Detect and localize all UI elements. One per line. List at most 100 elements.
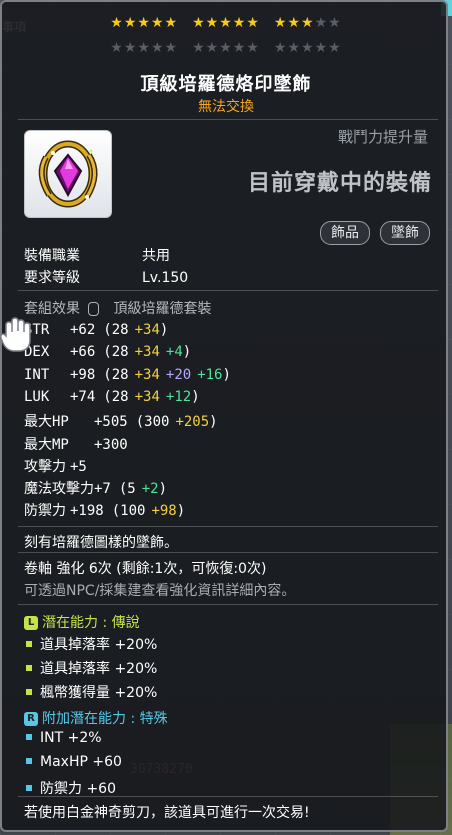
level-label: 要求等級 — [24, 270, 80, 286]
bullet-icon — [26, 641, 32, 647]
job-row: 裝備職業 共用 — [24, 245, 170, 265]
stat-name: INT — [24, 366, 50, 383]
potential-header: L 潛在能力 : 傳說 — [24, 612, 140, 632]
stat-close: ) — [222, 366, 231, 383]
star-filled-icon: ★ — [287, 15, 302, 31]
additional-potential-header: R 附加潛在能力 : 特殊 — [24, 708, 168, 728]
level-value: Lv.150 — [142, 270, 189, 286]
item-tooltip: ★★★★★ ★★★★★ ★★★★★ ★★★★★ ★★★★★ ★★★★★ 頂級培羅德烙印墜… — [0, 0, 448, 832]
stat-total: +198 — [70, 503, 104, 520]
stat-row: INT +98 (28 +34 +20 +16) — [24, 367, 231, 383]
stat-total: +74 — [70, 388, 96, 405]
stat-row: 最大MP +300 — [24, 434, 128, 454]
item-name: 頂級培羅德烙印墜飾 — [140, 74, 312, 95]
level-row: 要求等級 Lv.150 — [24, 267, 188, 287]
bullet-icon — [26, 665, 32, 671]
star-filled-icon: ★ — [232, 15, 247, 31]
potential-line: 道具掉落率 +20% — [24, 658, 157, 678]
stat-bonus: +34 — [134, 366, 160, 383]
potential-line: 楓幣獲得量 +20% — [24, 682, 157, 702]
gem-pendant-icon — [38, 140, 98, 208]
potential-separator: : — [98, 615, 112, 631]
star-group: ★★★★★ — [192, 40, 260, 56]
stat-total: +5 — [70, 458, 87, 475]
additional-potential-separator: : — [126, 711, 140, 727]
star-filled-icon: ★ — [246, 15, 260, 31]
star-filled-icon: ★ — [273, 15, 288, 31]
category-tag-2: 墜飾 — [380, 221, 430, 245]
potential-line-text: MaxHP +60 — [40, 754, 122, 770]
star-filled-icon: ★ — [301, 15, 315, 31]
category-tag-1: 飾品 — [320, 221, 370, 245]
star-empty-icon: ★ — [164, 40, 179, 56]
additional-potential-label: 附加潛在能力 — [42, 711, 126, 727]
star-empty-icon: ★ — [232, 40, 247, 56]
stat-bonus: +4 — [165, 344, 183, 361]
potential-line: INT +2% — [24, 730, 102, 746]
stat-bonus: +205 — [175, 414, 210, 431]
star-group: ★★★★★ — [274, 40, 342, 56]
potential-line: 防禦力 +60 — [24, 778, 116, 798]
stat-row: DEX +66 (28 +34 +4) — [24, 344, 191, 360]
set-name: 頂級培羅德套裝 — [113, 301, 212, 317]
star-empty-icon: ★ — [314, 15, 329, 31]
stat-base: (28 — [103, 388, 129, 405]
divider — [18, 604, 438, 605]
stat-bonus: +20 — [165, 366, 192, 383]
stat-bonus: +34 — [134, 322, 160, 338]
legendary-badge-icon: L — [24, 616, 38, 630]
stat-name: 最大HP — [24, 414, 69, 431]
stat-row: 防禦力 +198 (100 +98) — [24, 500, 185, 520]
stat-total: +505 — [94, 414, 128, 431]
star-filled-icon: ★ — [192, 15, 206, 31]
star-empty-icon: ★ — [219, 40, 233, 56]
mouse-icon — [88, 302, 100, 316]
stat-row: 魔法攻擊力+7 (5 +2) — [24, 478, 167, 498]
star-filled-icon: ★ — [205, 15, 220, 31]
stat-total: +98 — [70, 366, 96, 383]
star-empty-icon: ★ — [137, 40, 151, 56]
star-force-row-1: ★★★★★ ★★★★★ ★★★★★ — [2, 15, 450, 31]
stat-base: (5 — [118, 481, 136, 498]
star-empty-icon: ★ — [110, 40, 124, 56]
potential-grade: 傳說 — [111, 615, 140, 631]
divider — [18, 119, 438, 120]
stat-close: ) — [158, 481, 168, 498]
stat-row: 最大HP +505 (300 +205) — [24, 411, 218, 431]
divider — [18, 526, 438, 527]
star-empty-icon: ★ — [287, 40, 302, 56]
stat-bonus: +12 — [165, 388, 192, 405]
star-filled-icon: ★ — [110, 15, 124, 31]
stat-row: LUK +74 (28 +34 +12) — [24, 389, 200, 405]
star-group: ★★★★★ — [274, 15, 342, 31]
stat-close: ) — [182, 344, 192, 361]
star-force-row-2: ★★★★★ ★★★★★ ★★★★★ — [2, 40, 450, 56]
potential-line-text: 道具掉落率 +20% — [40, 661, 158, 677]
item-description: 刻有培羅德圖樣的墜飾。 — [24, 535, 178, 551]
footer-note: 若使用白金神奇剪刀，該道具可進行一次交易! — [24, 805, 310, 821]
stat-base: (28 — [103, 366, 129, 383]
stat-name: 攻擊力 — [24, 458, 66, 475]
stat-close: ) — [209, 414, 218, 431]
stat-bonus: +2 — [141, 481, 159, 498]
combat-power-label: 戰鬥力提升量 — [337, 128, 428, 146]
stat-base: (28 — [103, 344, 129, 361]
stat-total: +66 — [70, 344, 96, 361]
star-empty-icon: ★ — [273, 40, 288, 56]
stat-name: 魔法攻擊力 — [24, 481, 94, 498]
equip-status: 目前穿戴中的裝備 — [247, 171, 432, 196]
stat-close: ) — [176, 503, 186, 520]
bullet-icon — [26, 689, 32, 695]
star-empty-icon: ★ — [328, 15, 342, 31]
star-filled-icon: ★ — [137, 15, 151, 31]
star-empty-icon: ★ — [328, 40, 342, 56]
set-effect-row[interactable]: 套組效果 頂級培羅德套裝 — [24, 298, 211, 318]
star-filled-icon: ★ — [219, 15, 233, 31]
star-empty-icon: ★ — [314, 40, 329, 56]
stat-bonus: +16 — [197, 366, 223, 383]
stat-base: (28 — [103, 322, 129, 338]
star-group: ★★★★★ — [192, 15, 260, 31]
star-empty-icon: ★ — [205, 40, 220, 56]
rare-badge-icon: R — [24, 712, 38, 726]
stat-close: ) — [159, 322, 169, 338]
